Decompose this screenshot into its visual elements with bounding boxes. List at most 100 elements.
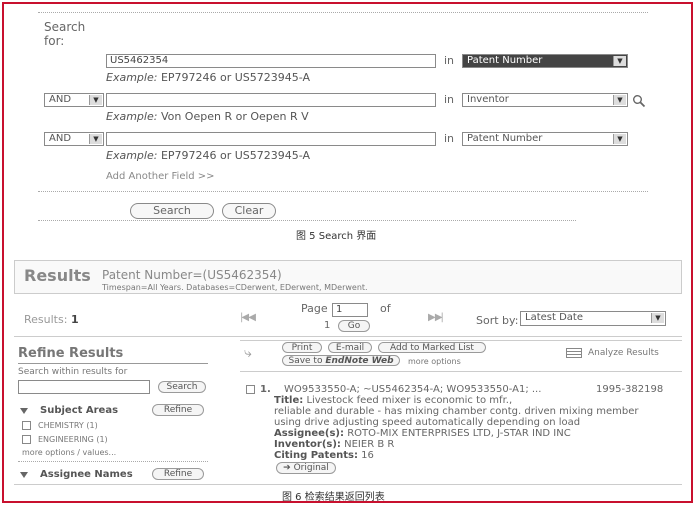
citing-value: 16 xyxy=(361,450,374,461)
title-line-2: reliable and durable - has mixing chambe… xyxy=(274,406,639,417)
field-select-1[interactable]: Patent Number ▼ xyxy=(462,54,628,68)
expand-triangle-icon[interactable] xyxy=(20,408,28,414)
record-accession: 1995-382198 xyxy=(596,384,664,395)
first-prev-page-icon[interactable]: |◀ ◀ xyxy=(240,312,256,323)
inventor-label: Inventor(s): xyxy=(274,439,341,450)
go-button[interactable]: Go xyxy=(338,320,370,332)
save-to-endnote-button[interactable]: Save to EndNote Web xyxy=(282,355,400,366)
subject-areas-label: Subject Areas xyxy=(40,405,119,416)
example-text: Von Oepen R or Oepen R V xyxy=(160,110,309,123)
citing-label: Citing Patents: xyxy=(274,450,358,461)
refine-divider-2 xyxy=(18,461,208,462)
toolbar-more-options[interactable]: more options xyxy=(408,357,461,366)
in-label-1: in xyxy=(444,54,455,67)
next-last-page-icon[interactable]: ▶ ▶| xyxy=(428,312,444,323)
add-another-field-link[interactable]: Add Another Field >> xyxy=(106,171,215,182)
analyze-results-link[interactable]: Analyze Results xyxy=(588,348,659,358)
operator-select-2[interactable]: AND ▼ xyxy=(44,93,104,107)
figure-6-caption: 图 6 检索结果返回列表 xyxy=(282,492,385,503)
operator-select-3-value: AND xyxy=(49,133,72,144)
results-count: Results: 1 xyxy=(24,313,79,326)
record-citing: Citing Patents: 16 xyxy=(274,450,374,461)
search-within-button[interactable]: Search xyxy=(158,381,206,393)
sort-select[interactable]: Latest Date ▼ xyxy=(520,311,666,326)
operator-select-2-value: AND xyxy=(49,94,72,105)
chevron-down-icon: ▼ xyxy=(613,56,626,66)
endnote-label: EndNote Web xyxy=(325,356,394,366)
example-text: EP797246 or US5723945-A xyxy=(160,71,311,84)
assignee-refine-button[interactable]: Refine xyxy=(152,468,204,480)
subject-engineering: ENGINEERING (1) xyxy=(38,435,108,444)
more-options-link[interactable]: more options / values... xyxy=(22,448,116,457)
refine-divider xyxy=(18,363,208,364)
title-line-3: using drive adjusting speed automaticall… xyxy=(274,417,581,428)
record-checkbox[interactable] xyxy=(246,385,255,394)
print-button[interactable]: Print xyxy=(282,342,322,353)
assignee-value: ROTO-MIX ENTERPRISES LTD, J-STAR IND INC xyxy=(347,428,571,439)
expand-triangle-icon[interactable] xyxy=(20,472,28,478)
title-label: Title: xyxy=(274,395,304,406)
in-label-3: in xyxy=(444,132,455,145)
form-divider xyxy=(38,191,648,192)
clear-button[interactable]: Clear xyxy=(222,203,276,219)
top-divider xyxy=(38,12,648,13)
page-label: Page xyxy=(301,302,328,315)
arrow-right-icon: ➔ xyxy=(283,463,291,473)
field-select-2-value: Inventor xyxy=(467,94,509,105)
example-prefix: Example: xyxy=(106,71,158,84)
lookup-magnifier-icon[interactable] xyxy=(632,93,646,108)
assignee-label: Assignee(s): xyxy=(274,428,345,439)
assignee-names-label: Assignee Names xyxy=(40,469,133,480)
add-to-marked-list-button[interactable]: Add to Marked List xyxy=(378,342,486,353)
title-line-1: Livestock feed mixer is economic to mfr.… xyxy=(306,395,513,406)
subject-checkbox-chemistry[interactable] xyxy=(22,421,31,430)
results-timespan: Timespan=All Years. Databases=CDerwent, … xyxy=(102,283,368,292)
in-label-2: in xyxy=(444,93,455,106)
field-select-1-value: Patent Number xyxy=(467,55,543,66)
chevron-down-icon: ▼ xyxy=(613,134,626,144)
results-count-value: 1 xyxy=(70,313,79,326)
original-button[interactable]: ➔ Original xyxy=(276,462,336,474)
search-within-input[interactable] xyxy=(18,380,150,394)
record-number: 1. xyxy=(260,384,271,395)
search-term-input-1[interactable]: US5462354 xyxy=(106,54,436,68)
search-term-input-3[interactable] xyxy=(106,132,436,146)
original-label: Original xyxy=(293,463,329,473)
record-inventor: Inventor(s): NEIER B R xyxy=(274,439,394,450)
record-ids[interactable]: WO9533550-A; ~US5462354-A; WO9533550-A1;… xyxy=(284,384,541,395)
of-label: of xyxy=(380,302,391,315)
example-prefix: Example: xyxy=(106,149,158,162)
inventor-value: NEIER B R xyxy=(344,439,395,450)
page-input[interactable]: 1 xyxy=(332,303,368,317)
results-title: Results xyxy=(24,266,91,285)
operator-select-3[interactable]: AND ▼ xyxy=(44,132,104,146)
example-1: Example: EP797246 or US5723945-A xyxy=(106,71,310,84)
save-to-label: Save to xyxy=(288,356,323,366)
sort-by-label: Sort by: xyxy=(476,314,519,327)
results-count-label: Results: xyxy=(24,313,68,326)
search-button[interactable]: Search xyxy=(130,203,214,219)
email-button[interactable]: E-mail xyxy=(328,342,372,353)
subject-refine-button[interactable]: Refine xyxy=(152,404,204,416)
sort-select-value: Latest Date xyxy=(525,312,583,323)
search-within-label: Search within results for xyxy=(18,367,128,377)
search-term-input-2[interactable] xyxy=(106,93,436,107)
field-select-2[interactable]: Inventor ▼ xyxy=(462,93,628,107)
field-select-3-value: Patent Number xyxy=(467,133,543,144)
example-prefix: Example: xyxy=(106,110,158,123)
example-text: EP797246 or US5723945-A xyxy=(160,149,311,162)
record-title: Title: Livestock feed mixer is economic … xyxy=(274,395,512,406)
analyze-results-icon[interactable] xyxy=(566,348,582,358)
chevron-down-icon: ▼ xyxy=(89,95,102,105)
example-2: Example: Von Oepen R or Oepen R V xyxy=(106,110,309,123)
button-divider xyxy=(38,220,576,221)
figure-5-caption: 图 5 Search 界面 xyxy=(296,231,377,242)
chevron-down-icon: ▼ xyxy=(89,134,102,144)
output-arrow-icon: ⤷ xyxy=(244,345,252,361)
record-assignee: Assignee(s): ROTO-MIX ENTERPRISES LTD, J… xyxy=(274,428,571,439)
refine-title: Refine Results xyxy=(18,346,124,361)
results-bottom-border xyxy=(14,484,682,485)
field-select-3[interactable]: Patent Number ▼ xyxy=(462,132,628,146)
example-3: Example: EP797246 or US5723945-A xyxy=(106,149,310,162)
subject-checkbox-engineering[interactable] xyxy=(22,435,31,444)
